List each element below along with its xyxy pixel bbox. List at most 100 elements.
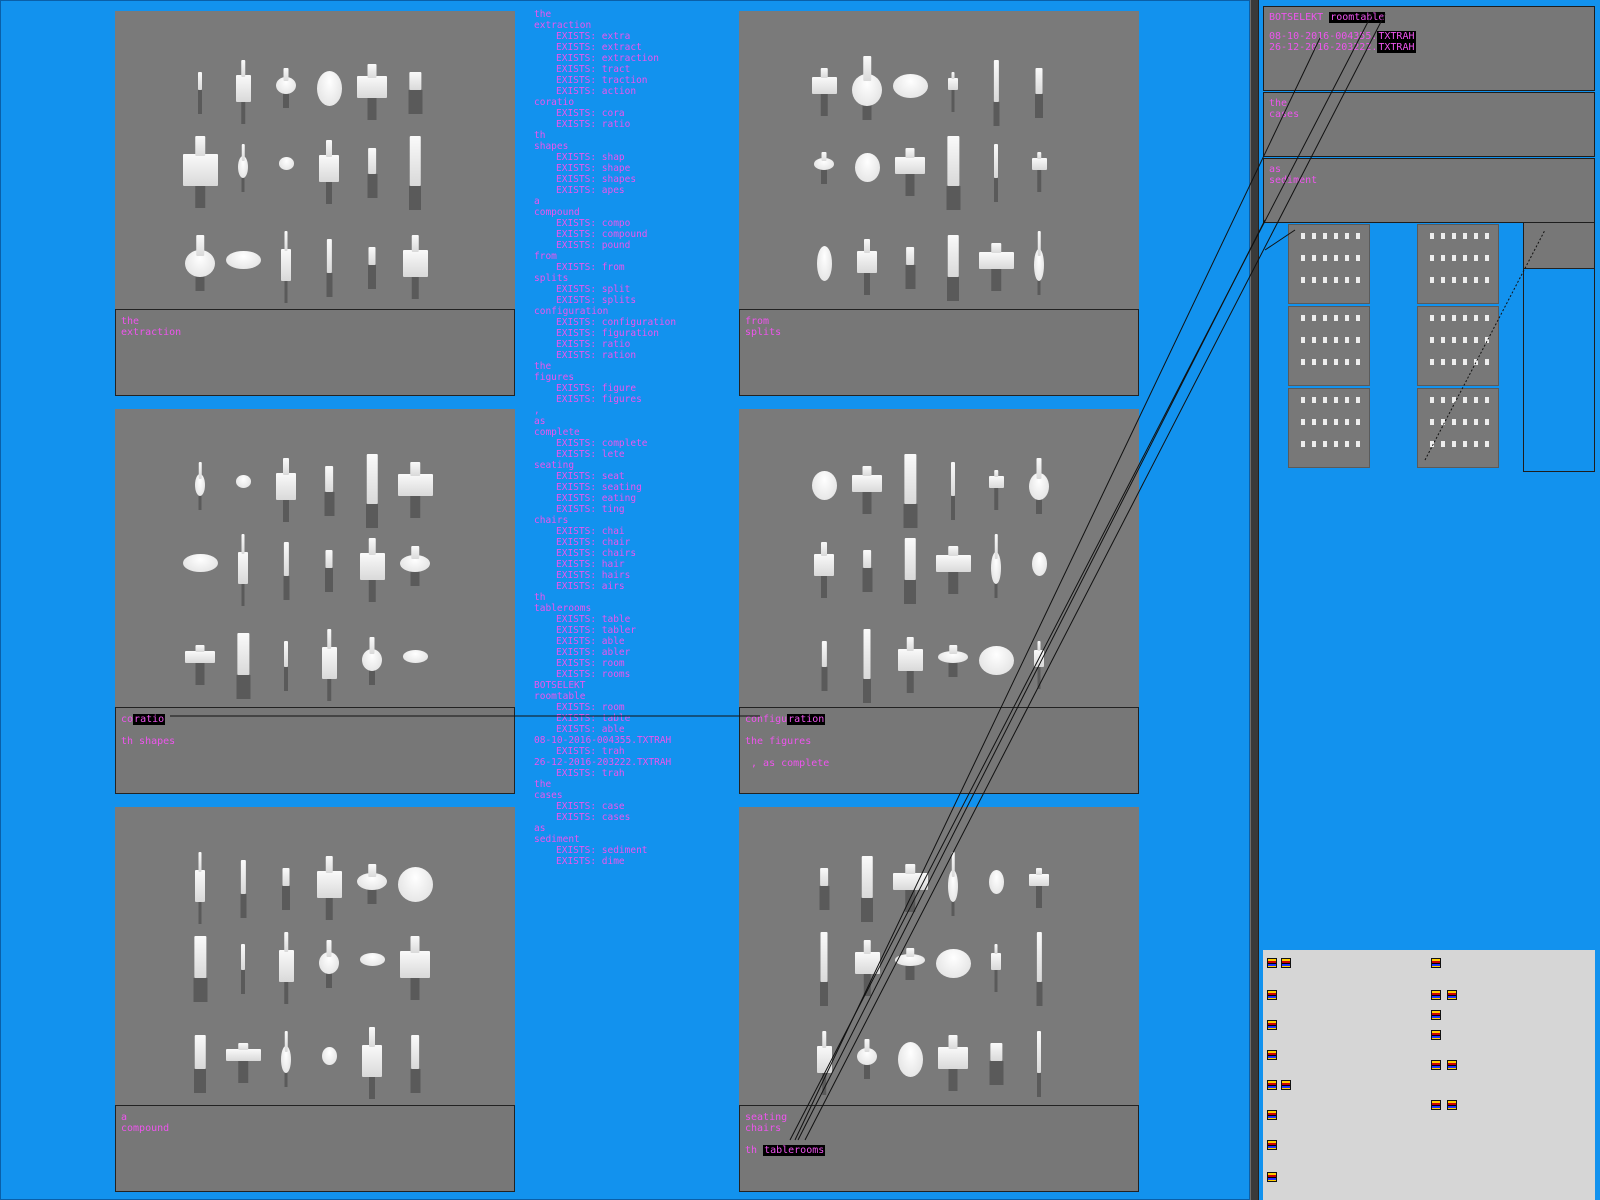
rendered-shape: [276, 458, 296, 528]
rendered-shape: [402, 645, 428, 691]
color-chip: [1281, 958, 1291, 968]
thumbnail-shape: [1485, 397, 1489, 403]
thumbnail-shape: [1463, 337, 1467, 343]
log-exists-entry: EXISTS: shape: [556, 163, 631, 174]
thumbnail[interactable]: [1288, 224, 1370, 304]
rendered-shape: [281, 231, 291, 309]
rendered-shape: [935, 546, 971, 600]
rendered-shape: [1032, 932, 1047, 1010]
sidebar-title: BOTSELEKT roomtable: [1269, 12, 1589, 23]
caption-line: the: [121, 316, 140, 327]
rendered-shape: [816, 231, 832, 309]
color-chip: [1267, 990, 1277, 1000]
log-exists-entry: EXISTS: chair: [556, 537, 631, 548]
thumbnail[interactable]: [1417, 306, 1499, 386]
thumbnail-shape: [1356, 337, 1360, 343]
thumbnail-shape: [1334, 337, 1338, 343]
log-exists-entry: EXISTS: able: [556, 724, 625, 735]
thumbnail-shape: [1430, 233, 1434, 239]
thumbnail-column[interactable]: [1523, 222, 1595, 472]
log-exists-entry: EXISTS: able: [556, 636, 625, 647]
color-chip: [1267, 1140, 1277, 1150]
thumbnail-shape: [1430, 441, 1434, 447]
rendered-shape: [893, 454, 928, 532]
thumbnail-shape: [1485, 419, 1489, 425]
log-exists-entry: EXISTS: figuration: [556, 328, 659, 339]
log-word: ,: [534, 405, 540, 416]
rendered-shape: [892, 864, 928, 918]
rendered-shape: [278, 152, 294, 198]
render-panel-extraction: [115, 11, 515, 309]
log-exists-entry: EXISTS: seat: [556, 471, 625, 482]
caption-line: configuration: [745, 714, 826, 725]
thumbnail-shape: [1301, 315, 1305, 321]
roomtable-label: roomtable: [1329, 12, 1386, 23]
thumbnail-shape: [1356, 277, 1360, 283]
log-word: seating: [534, 460, 575, 471]
thumbnail-shape: [1474, 233, 1478, 239]
thumbnail-shape: [1312, 337, 1316, 343]
thumbnail-shape: [1323, 233, 1327, 239]
rendered-shape: [897, 637, 923, 699]
rendered-shape: [360, 148, 385, 202]
thumbnail-shape: [1452, 419, 1456, 425]
thumbnail-shape: [1301, 419, 1305, 425]
thumbnail-shape: [1312, 315, 1316, 321]
rendered-shape: [814, 542, 834, 604]
rendered-shape: [854, 140, 880, 210]
rendered-shape: [276, 868, 296, 914]
rendered-shape: [195, 852, 205, 930]
thumbnail-shape: [1356, 419, 1360, 425]
pane-divider[interactable]: [1250, 0, 1259, 1200]
thumbnail-shape: [1463, 315, 1467, 321]
file-entry[interactable]: 08-10-2016-004355.TXTRAH: [1269, 31, 1589, 42]
log-exists-entry: EXISTS: eating: [556, 493, 637, 504]
rendered-shape: [195, 72, 205, 118]
thumbnail-shape: [1441, 419, 1445, 425]
rendered-shape: [276, 68, 296, 122]
thumbnail-shape: [1441, 233, 1445, 239]
log-exists-entry: EXISTS: cora: [556, 108, 625, 119]
thumbnail-shape: [1474, 315, 1478, 321]
file-entry[interactable]: 26-12-2016-203222.TXTRAH: [1269, 42, 1589, 53]
thumbnail-shape: [1430, 397, 1434, 403]
caption-line: extraction: [121, 327, 182, 338]
render-panel-splits: [739, 11, 1139, 309]
log-word: cases: [534, 790, 563, 801]
thumbnail-shape: [1323, 419, 1327, 425]
rendered-shape: [238, 534, 248, 612]
thumbnail-shape: [1323, 441, 1327, 447]
color-chip: [1431, 1100, 1441, 1110]
thumbnail-shape: [1312, 397, 1316, 403]
caption-compound: a compound: [115, 1105, 515, 1192]
rendered-shape: [978, 243, 1014, 297]
thumbnail-shape: [1301, 255, 1305, 261]
thumbnail-shape: [1485, 277, 1489, 283]
thumbnail-shape: [1301, 337, 1305, 343]
caption-line: th tablerooms: [745, 1145, 826, 1156]
rendered-shape: [812, 868, 837, 914]
sediment-line-1: as: [1269, 164, 1282, 175]
rendered-shape: [938, 1035, 968, 1097]
thumbnail[interactable]: [1288, 306, 1370, 386]
thumbnail[interactable]: [1288, 388, 1370, 468]
thumbnail-shape: [1485, 233, 1489, 239]
color-chip: [1431, 990, 1441, 1000]
thumbnail-shape: [1334, 277, 1338, 283]
thumbnail[interactable]: [1417, 388, 1499, 468]
thumbnail-shape: [1463, 277, 1467, 283]
thumbnail-shape: [1345, 441, 1349, 447]
rendered-shape: [936, 136, 971, 214]
rendered-shape: [281, 1031, 291, 1101]
rendered-shape: [317, 466, 342, 520]
rendered-shape: [357, 454, 387, 532]
log-exists-entry: EXISTS: lete: [556, 449, 625, 460]
log-word: compound: [534, 207, 580, 218]
log-word: complete: [534, 427, 580, 438]
rendered-shape: [938, 235, 968, 305]
rendered-shape: [397, 852, 433, 930]
rendered-shape: [236, 860, 251, 922]
rendered-shape: [811, 458, 837, 528]
thumbnail[interactable]: [1417, 224, 1499, 304]
color-chip: [1431, 958, 1441, 968]
